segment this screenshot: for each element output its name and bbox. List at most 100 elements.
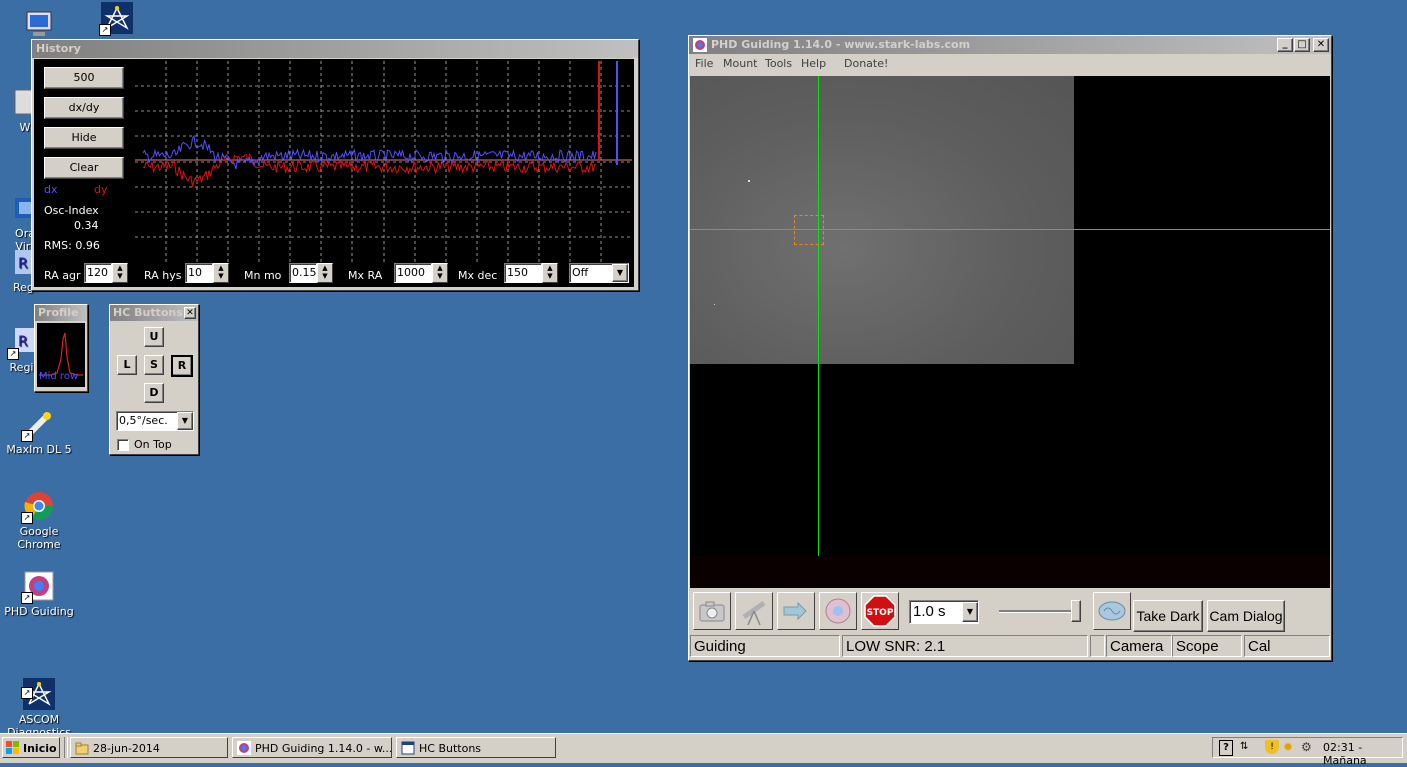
history-length-button[interactable]: 500 — [44, 67, 124, 89]
phd-titlebar[interactable]: PHD Guiding 1.14.0 - www.stark-labs.com … — [689, 36, 1331, 54]
telescope-icon — [742, 600, 766, 626]
dx-trace — [142, 134, 597, 170]
taskbar-item-hc-buttons[interactable]: HC Buttons — [396, 737, 556, 758]
desktop-icon-label: W — [19, 121, 31, 134]
osc-index-value: 0.34 — [74, 219, 99, 232]
help-icon[interactable]: ? — [1219, 740, 1233, 756]
taskbar-item-phd[interactable]: PHD Guiding 1.14.0 - w... — [232, 737, 392, 758]
history-clear-button[interactable]: Clear — [44, 157, 124, 179]
desktop-icon-maxim[interactable]: ↗ MaxIm DL 5 — [0, 408, 78, 456]
ra-agr-field[interactable]: 120 — [84, 263, 112, 283]
close-icon[interactable]: ✕ — [184, 307, 196, 319]
chevron-down-icon[interactable]: ▼ — [612, 264, 628, 282]
desktop-icon-ascom-diagnostics[interactable]: ↗ ASCOM Diagnostics — [0, 652, 78, 739]
arrows-icon — [783, 601, 807, 621]
gear-icon[interactable]: ⚙ — [1301, 740, 1315, 754]
brain-button[interactable] — [1093, 592, 1131, 630]
min-motion-field[interactable]: 0.15 — [289, 263, 317, 283]
chevron-down-icon[interactable]: ▼ — [962, 602, 978, 622]
profile-window: Profile Mid row — [34, 304, 88, 392]
phd-icon — [825, 598, 851, 624]
history-graph — [135, 61, 632, 262]
menu-help[interactable]: Help — [801, 55, 826, 73]
minimize-icon[interactable]: _ — [1277, 38, 1293, 52]
max-ra-field[interactable]: 1000 — [394, 263, 432, 283]
desktop-icon-chrome[interactable]: ↗ Google Chrome — [0, 490, 78, 551]
bottom-strip — [690, 556, 1330, 588]
sun-icon[interactable]: ✹ — [1283, 740, 1297, 754]
slider-track — [999, 610, 1081, 613]
brain-icon — [1098, 601, 1126, 621]
hc-up-button[interactable]: U — [144, 327, 164, 347]
crosshair-horizontal — [690, 229, 1330, 230]
history-title: History — [36, 42, 81, 55]
clock: 02:31 -Mañana — [1323, 741, 1367, 767]
profile-titlebar[interactable]: Profile — [35, 305, 87, 321]
hc-titlebar[interactable]: HC Buttons ✕ — [110, 305, 198, 321]
chrome-icon: ↗ — [21, 490, 55, 524]
taskbar-separator — [64, 737, 68, 758]
system-tray: ? ⇅ ! ✹ ⚙ 02:31 -Mañana — [1212, 737, 1403, 767]
start-button[interactable]: Inicio — [2, 737, 60, 758]
phd-icon: ↗ — [21, 570, 55, 604]
hc-down-button[interactable]: D — [144, 383, 164, 403]
status-cal: Cal — [1244, 635, 1330, 657]
guide-camera-view[interactable] — [690, 76, 1330, 588]
phd-brain-button[interactable] — [819, 592, 857, 630]
max-dec-field[interactable]: 150 — [504, 263, 542, 283]
menu-donate[interactable]: Donate! — [844, 55, 888, 73]
phd-title: PHD Guiding 1.14.0 - www.stark-labs.com — [711, 38, 971, 51]
dec-mode-select[interactable]: Off ▼ — [569, 263, 629, 283]
gamma-slider[interactable] — [999, 600, 1081, 622]
status-camera: Camera — [1106, 635, 1172, 657]
history-window: History 500 dx/dy Hide Clear dx dy Osc-I… — [31, 39, 639, 291]
menu-tools[interactable]: Tools — [765, 55, 792, 73]
rms-value: RMS: 0.96 — [44, 239, 100, 252]
ascom-diagnostics-icon: ↗ — [21, 665, 55, 710]
svg-text:R: R — [18, 334, 28, 350]
stop-icon-label: STOP — [867, 608, 894, 618]
star-dot — [714, 304, 715, 305]
ra-agr-label: RA agr — [44, 269, 81, 282]
slider-thumb[interactable] — [1071, 600, 1081, 622]
hc-stop-button[interactable]: S — [144, 355, 164, 375]
network-icon[interactable]: ⇅ — [1240, 740, 1252, 754]
telescope-button[interactable] — [735, 592, 773, 630]
security-shield-icon[interactable]: ! — [1265, 740, 1279, 754]
hc-right-button[interactable]: R — [171, 355, 193, 377]
desktop-icon-ascom[interactable]: ↗ — [78, 2, 156, 37]
desktop-icon-phd[interactable]: ↗ PHD Guiding — [0, 570, 78, 618]
hc-left-button[interactable]: L — [117, 355, 137, 375]
history-titlebar[interactable]: History — [32, 40, 638, 58]
stop-button[interactable]: STOP — [861, 592, 899, 630]
menu-file[interactable]: File — [695, 55, 713, 73]
min-motion-spinner[interactable]: ▲ ▼ — [317, 263, 333, 283]
cam-dialog-button[interactable]: Cam Dialog — [1207, 600, 1285, 632]
svg-text:R: R — [18, 256, 28, 272]
exposure-select[interactable]: 1.0 s ▼ — [909, 600, 979, 624]
ontop-checkbox[interactable] — [117, 439, 129, 451]
max-ra-spinner[interactable]: ▲ ▼ — [432, 263, 448, 283]
taskbar: Inicio 28-jun-2014 PHD Guiding 1.14.0 - … — [0, 733, 1407, 767]
ra-agr-spinner[interactable]: ▲ ▼ — [112, 263, 128, 283]
maximize-icon[interactable]: □ — [1294, 38, 1310, 52]
max-dec-spinner[interactable]: ▲ ▼ — [542, 263, 558, 283]
close-icon[interactable]: ✕ — [1313, 38, 1329, 52]
hc-rate-select[interactable]: 0,5°/sec. ▼ — [116, 411, 194, 431]
loop-exposure-button[interactable] — [693, 592, 731, 630]
maxim-icon: ↗ — [21, 408, 55, 442]
chevron-down-icon[interactable]: ▼ — [177, 412, 193, 430]
ra-hys-field[interactable]: 10 — [185, 263, 213, 283]
ra-hys-spinner[interactable]: ▲ ▼ — [213, 263, 229, 283]
legend-dy: dy — [94, 183, 108, 196]
star-selection-box[interactable] — [794, 215, 824, 245]
taskbar-item-folder[interactable]: 28-jun-2014 — [70, 737, 228, 758]
status-bar: Guiding LOW SNR: 2.1 Camera Scope Cal — [690, 635, 1330, 657]
menu-mount[interactable]: Mount — [723, 55, 757, 73]
take-dark-button[interactable]: Take Dark — [1133, 600, 1203, 632]
guide-button[interactable] — [777, 592, 815, 630]
history-hide-button[interactable]: Hide — [44, 127, 124, 149]
camera-icon — [699, 601, 725, 622]
history-mode-button[interactable]: dx/dy — [44, 97, 124, 119]
status-scope: Scope — [1172, 635, 1242, 657]
